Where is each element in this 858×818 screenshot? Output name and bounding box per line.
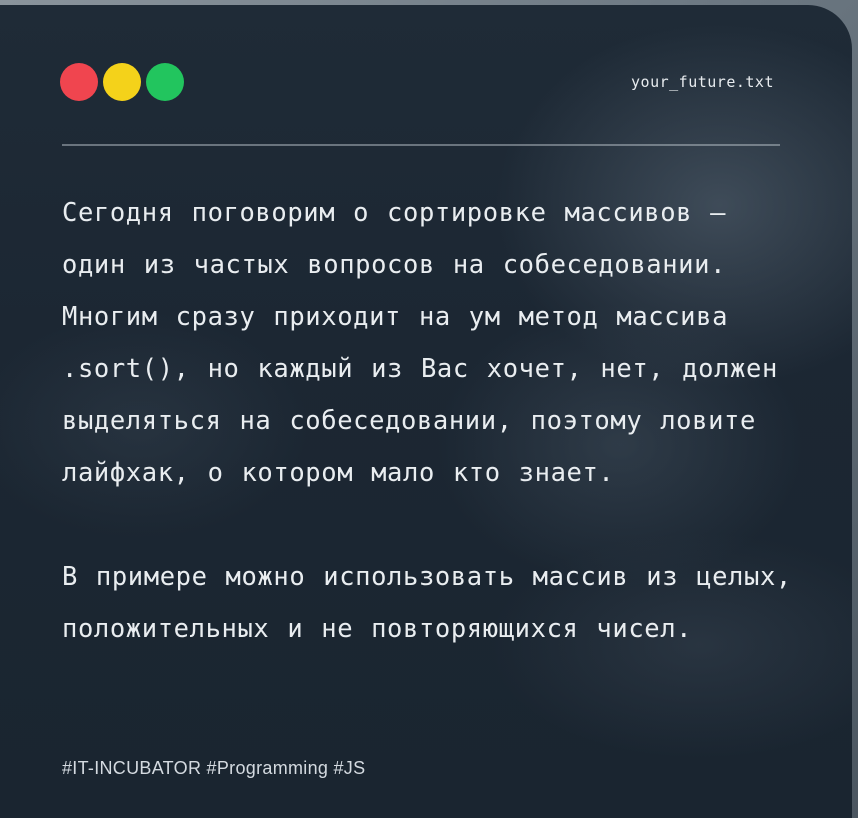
header-divider — [62, 144, 780, 146]
post-body: Сегодня поговорим о сортировке массивов … — [62, 187, 802, 655]
close-dot-icon — [60, 63, 98, 101]
screenshot-stage: your_future.txt Сегодня поговорим о сорт… — [0, 0, 858, 818]
window-controls — [60, 63, 184, 101]
post-card: your_future.txt Сегодня поговорим о сорт… — [0, 5, 852, 818]
window-filename: your_future.txt — [631, 73, 774, 91]
minimize-dot-icon — [103, 63, 141, 101]
hashtags[interactable]: #IT-INCUBATOR #Programming #JS — [62, 758, 365, 779]
maximize-dot-icon — [146, 63, 184, 101]
paragraph-intro: Сегодня поговорим о сортировке массивов … — [62, 198, 778, 488]
paragraph-example: В примере можно использовать массив из ц… — [62, 562, 792, 644]
